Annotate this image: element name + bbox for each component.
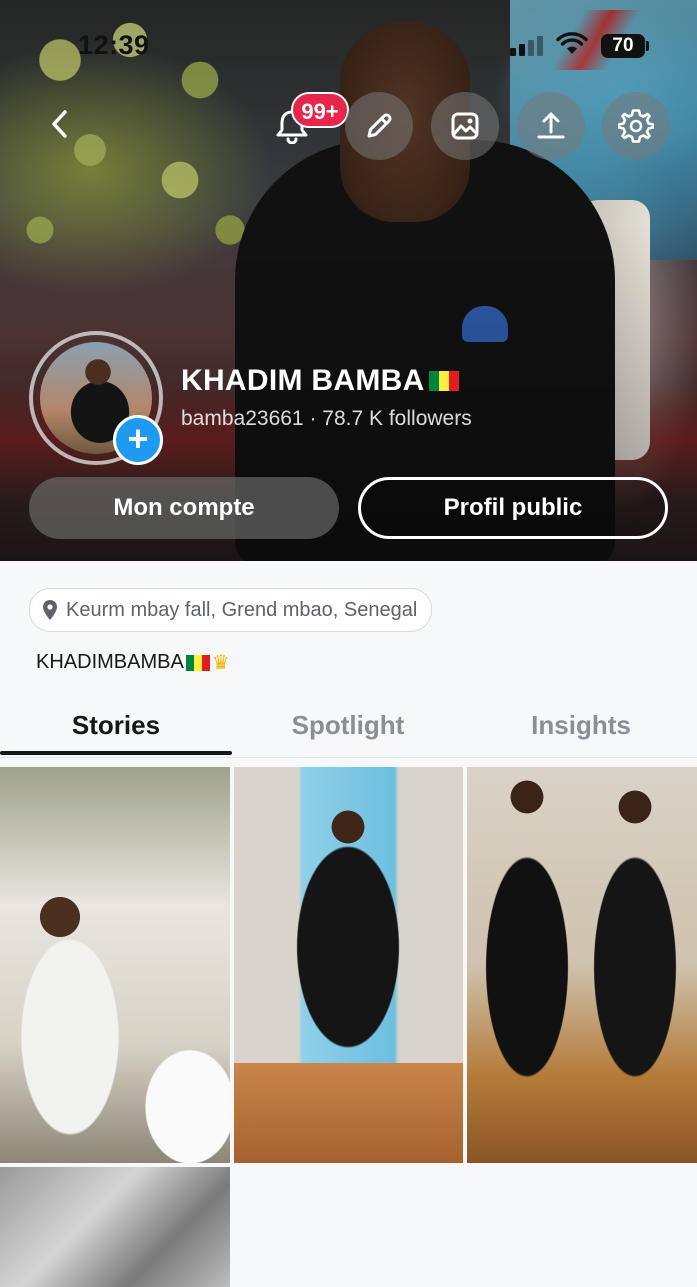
upload-icon	[537, 112, 565, 139]
tab-stories[interactable]: Stories	[0, 710, 232, 741]
content-tabs: Stories Spotlight Insights	[0, 700, 697, 758]
edit-profile-button[interactable]	[345, 92, 413, 160]
separator-dot: ·	[309, 407, 317, 430]
tab-insights[interactable]: Insights	[465, 710, 697, 741]
tabs-divider	[0, 757, 697, 758]
senegal-flag-icon	[185, 654, 210, 671]
battery-indicator: 70	[601, 34, 645, 58]
display-name-text: KHADIM BAMBA	[181, 364, 425, 397]
back-button[interactable]	[28, 92, 92, 156]
story-thumbnail[interactable]	[0, 1167, 230, 1287]
username: bamba23661	[181, 407, 304, 430]
senegal-flag-icon	[428, 371, 459, 391]
story-thumbnail[interactable]	[0, 767, 230, 1163]
location-chip[interactable]: Keurm mbay fall, Grend mbao, Senegal	[29, 588, 433, 632]
story-thumbnail[interactable]	[234, 767, 463, 1163]
cellular-signal-icon	[510, 36, 546, 56]
wifi-icon	[556, 32, 588, 54]
gear-icon	[618, 109, 654, 143]
share-button[interactable]	[517, 92, 585, 160]
pencil-icon	[367, 113, 392, 138]
crown-icon: ♛	[211, 652, 230, 674]
public-profile-button[interactable]: Profil public	[358, 477, 668, 539]
location-text: Keurm mbay fall, Grend mbao, Senegal	[66, 598, 418, 621]
profile-bio: KHADIMBAMBA ♛	[36, 650, 230, 675]
story-thumbnail[interactable]	[467, 767, 697, 1163]
tab-spotlight[interactable]: Spotlight	[232, 710, 464, 741]
settings-button[interactable]	[602, 92, 670, 160]
back-chevron-icon	[52, 110, 67, 138]
notifications-badge: 99+	[291, 92, 349, 128]
add-story-button[interactable]: +	[113, 415, 163, 465]
status-bar: 12:39 70	[0, 0, 697, 90]
battery-level: 70	[612, 35, 634, 56]
active-tab-indicator	[0, 751, 232, 755]
battery-tip	[646, 41, 649, 51]
bio-text: KHADIMBAMBA	[36, 651, 184, 673]
profile-display-name: KHADIM BAMBA	[181, 364, 459, 398]
my-account-button[interactable]: Mon compte	[29, 477, 339, 539]
status-time: 12:39	[78, 30, 150, 60]
profile-subtitle: bamba23661 · 78.7 K followers	[181, 407, 472, 431]
followers-count[interactable]: 78.7 K followers	[322, 407, 471, 430]
location-pin-icon	[42, 599, 58, 621]
change-cover-button[interactable]	[431, 92, 499, 160]
image-icon	[451, 112, 479, 140]
